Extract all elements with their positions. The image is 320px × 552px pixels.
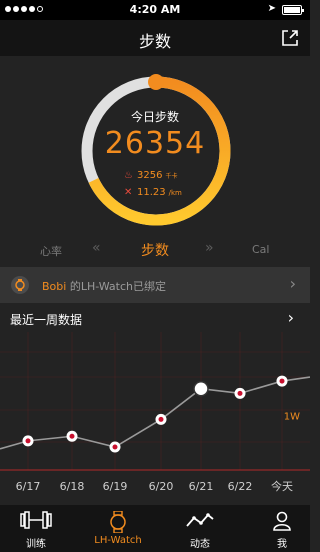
person-icon: [273, 511, 291, 531]
step-count: 26354: [104, 126, 206, 161]
data-point-center: [69, 433, 75, 439]
x-tick-label: 6/20: [149, 480, 174, 493]
series-line: [0, 376, 310, 450]
nav-label-lh-watch: LH-Watch: [94, 535, 142, 546]
battery-icon: [282, 5, 304, 15]
nav-item-lh-watch[interactable]: LH-Watch: [87, 505, 149, 552]
x-tick-label: 6/22: [228, 480, 253, 493]
distance-unit: /km: [168, 188, 182, 197]
nav-label-training: 训练: [26, 539, 46, 550]
watch-icon: [110, 511, 126, 533]
status-bar: 4:20 AM ➤: [0, 0, 310, 20]
page-title: 步数: [138, 32, 171, 51]
nav-label-activity: 动态: [190, 539, 210, 550]
tab-calories[interactable]: Cal: [252, 243, 269, 256]
dumbbell-icon: [20, 511, 52, 529]
data-point-center: [158, 416, 164, 422]
x-tick-label: 6/17: [16, 480, 41, 493]
nav-item-training[interactable]: 训练: [5, 505, 67, 552]
bottom-nav: 训练 LH-Watch 动态 我: [0, 505, 310, 552]
share-icon[interactable]: [280, 28, 300, 48]
data-point-highlighted: [193, 380, 209, 397]
chevron-right-icon: ›: [287, 308, 294, 327]
daily-steps-ring: 今日步数 26354 ♨ 3256 千卡 ✕ 11.23 /km: [0, 56, 310, 266]
week-data-header[interactable]: 最近一周数据 ›: [0, 306, 310, 332]
running-icon: ✕: [124, 187, 133, 198]
ring-title: 今日步数: [130, 110, 179, 124]
calories-stat: ♨ 3256 千卡: [124, 170, 177, 181]
week-data-title: 最近一周数据: [10, 313, 83, 327]
metric-tabs: 心率 « 步数 » Cal: [0, 238, 310, 262]
x-tick-label: 6/18: [60, 480, 85, 493]
progress-ring: [81, 74, 231, 226]
goal-label: 1W: [284, 411, 300, 422]
calories-unit: 千卡: [165, 173, 178, 180]
nav-bar: 步数: [0, 20, 310, 56]
status-time: 4:20 AM: [129, 3, 181, 16]
data-point-center: [112, 444, 118, 450]
nav-item-activity[interactable]: 动态: [169, 505, 231, 552]
device-bound-row[interactable]: Bobi 的LH-Watch已绑定 ›: [0, 267, 310, 303]
nav-label-me: 我: [277, 539, 287, 550]
device-status-text: 的LH-Watch已绑定: [66, 280, 166, 293]
distance-value: 11.23: [137, 187, 166, 198]
weekly-steps-chart: 1W 6/17 6/18 6/19 6/20 6/21 6/22 今天: [0, 332, 310, 493]
location-icon: ➤: [267, 3, 276, 14]
watch-icon: [11, 276, 29, 294]
chevron-right-icon: ›: [289, 274, 296, 293]
nav-item-me[interactable]: 我: [251, 505, 313, 552]
flame-icon: ♨: [124, 170, 133, 181]
distance-stat: ✕ 11.23 /km: [124, 187, 182, 198]
data-point-center: [279, 378, 285, 384]
activity-icon: [186, 513, 214, 527]
device-owner: Bobi: [42, 280, 67, 293]
data-point-center: [25, 438, 31, 444]
calories-value: 3256: [137, 170, 163, 181]
x-tick-label: 6/21: [189, 480, 214, 493]
data-point-center: [237, 390, 243, 396]
device-status: Bobi 的LH-Watch已绑定: [42, 278, 166, 294]
chevron-right-icon[interactable]: »: [205, 240, 214, 256]
ring-progress-handle: [148, 74, 164, 90]
x-tick-label: 今天: [271, 479, 293, 493]
x-tick-label: 6/19: [103, 480, 128, 493]
